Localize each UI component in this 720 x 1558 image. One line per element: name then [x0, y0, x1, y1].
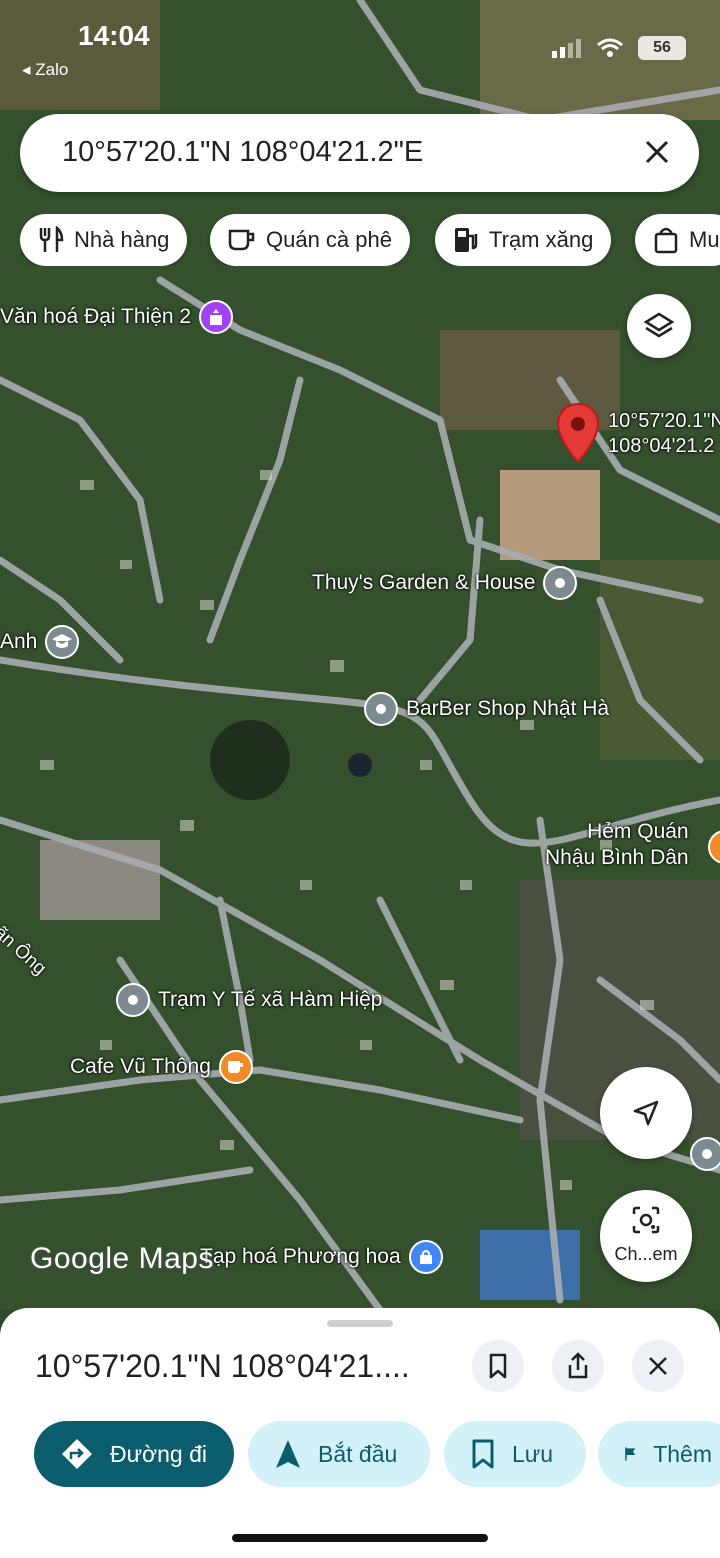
status-icons: 56	[552, 36, 686, 60]
shopping-bag-icon	[654, 227, 678, 254]
coffee-icon	[228, 229, 255, 251]
chip-label: Trạm xăng	[489, 227, 594, 252]
chip-label: Quán cà phê	[266, 227, 392, 252]
more-button[interactable]: Thêm	[598, 1421, 720, 1487]
poi-restaurant[interactable]: Hẻm Quán Nhậu Bình Dân	[545, 820, 689, 870]
poi-barber-shop[interactable]: BarBer Shop Nhật Hà	[364, 692, 609, 726]
search-lens-button[interactable]: Ch...em	[600, 1190, 692, 1282]
poi-label-line-1: Hẻm Quán	[587, 820, 689, 843]
map-view[interactable]: 14:04 ◂ Zalo 56 10°57'20.1"N 108°04'21.2…	[0, 0, 720, 1310]
pin-line-1: 10°57'20.1"N	[608, 410, 720, 432]
poi-label: Văn hoá Đại Thiện 2	[0, 305, 192, 328]
place-title: 10°57'20.1"N 108°04'21....	[35, 1348, 410, 1384]
navigation-arrow-icon	[276, 1440, 300, 1468]
bookmark-icon	[489, 1353, 507, 1379]
flag-icon	[625, 1447, 636, 1461]
share-button[interactable]	[552, 1340, 604, 1392]
chip-shopping[interactable]: Mu	[635, 214, 720, 266]
close-icon	[645, 140, 669, 164]
poi-label: BarBer Shop Nhật Hà	[406, 697, 610, 720]
pin-coordinates-label: 10°57'20.1"N 108°04'21.2	[608, 409, 720, 459]
signal-icon	[552, 39, 581, 58]
directions-icon	[62, 1439, 92, 1469]
utensils-icon	[39, 226, 64, 252]
place-marker-icon[interactable]	[690, 1137, 720, 1171]
close-sheet-button[interactable]	[632, 1340, 684, 1392]
chip-gas-stations[interactable]: Trạm xăng	[435, 214, 612, 266]
sheet-drag-handle[interactable]	[327, 1320, 393, 1327]
my-location-button[interactable]	[600, 1067, 692, 1159]
bookmark-button[interactable]	[472, 1340, 524, 1392]
bookmark-icon	[472, 1439, 494, 1469]
gas-station-icon	[455, 228, 478, 252]
lens-label: Ch...em	[614, 1244, 678, 1264]
poi-label-line-2: Nhậu Bình Dân	[545, 846, 689, 869]
save-label: Lưu	[512, 1440, 553, 1467]
place-marker-icon	[364, 692, 398, 726]
layers-icon	[643, 312, 675, 338]
school-icon	[45, 625, 80, 659]
status-bar: 14:04 ◂ Zalo 56	[0, 0, 720, 90]
navigation-arrow-icon	[633, 1100, 659, 1126]
poi-school[interactable]: Anh	[0, 625, 80, 659]
directions-label: Đường đi	[110, 1440, 207, 1467]
save-button[interactable]: Lưu	[444, 1421, 586, 1487]
search-query[interactable]: 10°57'20.1"N 108°04'21.2"E	[62, 136, 423, 169]
place-marker-icon	[116, 983, 150, 1017]
poi-label: Tạp hoá Phương hoa	[200, 1245, 401, 1268]
poi-thuys-garden[interactable]: Thuy's Garden & House	[312, 566, 578, 600]
poi-label: Thuy's Garden & House	[312, 571, 536, 594]
back-to-app-link[interactable]: ◂ Zalo	[22, 60, 68, 80]
temple-icon	[199, 300, 234, 334]
poi-health-station[interactable]: Trạm Y Tế xã Hàm Hiệp	[116, 983, 382, 1017]
poi-label: Anh	[0, 630, 38, 653]
google-maps-attribution: Google Maps	[30, 1242, 214, 1275]
home-indicator	[232, 1534, 488, 1542]
category-chips: Nhà hàng Quán cà phê Trạm xăng Mu	[20, 214, 720, 266]
more-label: Thêm	[653, 1440, 712, 1467]
status-time: 14:04	[78, 20, 150, 51]
poi-grocery-store[interactable]: Tạp hoá Phương hoa	[200, 1240, 443, 1274]
clear-search-button[interactable]	[637, 132, 677, 172]
chip-restaurants[interactable]: Nhà hàng	[20, 214, 188, 266]
location-pin-icon[interactable]	[556, 402, 600, 464]
close-icon	[649, 1357, 667, 1375]
poi-label: Cafe Vũ Thông	[70, 1055, 211, 1078]
chip-label: Nhà hàng	[74, 227, 170, 252]
start-button[interactable]: Bắt đầu	[248, 1421, 430, 1487]
search-bar[interactable]: 10°57'20.1"N 108°04'21.2"E	[20, 114, 699, 192]
wifi-icon	[597, 38, 623, 57]
start-label: Bắt đầu	[318, 1440, 398, 1467]
pin-line-2: 108°04'21.2	[608, 435, 715, 457]
shopping-bag-icon	[408, 1240, 443, 1274]
camera-lens-icon	[632, 1206, 660, 1234]
share-icon	[568, 1352, 588, 1379]
battery-indicator: 56	[638, 36, 686, 60]
poi-label: Trạm Y Tế xã Hàm Hiệp	[158, 988, 383, 1011]
chip-label: Mu	[689, 227, 720, 252]
map-layers-button[interactable]	[627, 294, 691, 358]
place-bottom-sheet[interactable]: 10°57'20.1"N 108°04'21.... Đường đi Bắt …	[0, 1308, 720, 1558]
coffee-icon	[218, 1050, 253, 1084]
poi-cafe-vu-thong[interactable]: Cafe Vũ Thông	[70, 1050, 253, 1084]
directions-button[interactable]: Đường đi	[34, 1421, 234, 1487]
poi-cultural-house[interactable]: Văn hoá Đại Thiện 2	[0, 300, 234, 334]
chip-cafes[interactable]: Quán cà phê	[210, 214, 410, 266]
place-marker-icon	[543, 566, 578, 600]
